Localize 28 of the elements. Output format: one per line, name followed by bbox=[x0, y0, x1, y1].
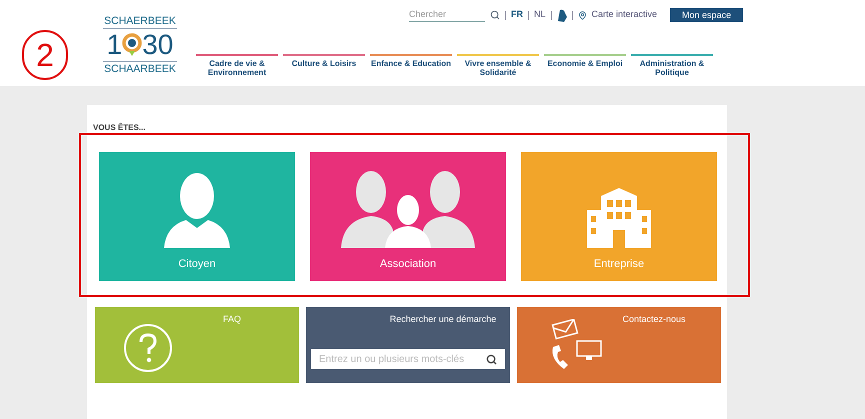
profile-tile[interactable]: Association bbox=[310, 152, 506, 281]
logo-top-text: SCHAERBEEK bbox=[103, 14, 177, 29]
nav-item[interactable]: Cadre de vie & Environnement bbox=[196, 54, 278, 77]
search-icon[interactable] bbox=[486, 354, 497, 364]
nav-item[interactable]: Enfance & Education bbox=[370, 54, 452, 77]
section-title: VOUS ÊTES... bbox=[93, 122, 146, 134]
logo-number: 30 bbox=[142, 29, 174, 61]
nav-item[interactable]: Vivre ensemble & Solidarité bbox=[457, 54, 539, 77]
map-pin-icon[interactable] bbox=[578, 10, 587, 20]
search-field[interactable]: Chercher bbox=[409, 8, 485, 22]
contact-icons-drawing bbox=[550, 319, 605, 371]
nav-item[interactable]: Administration & Politique bbox=[631, 54, 713, 77]
nav-item[interactable]: Economie & Emploi bbox=[544, 54, 626, 77]
search-icon[interactable] bbox=[490, 10, 500, 20]
logo-bottom-text: SCHAARBEEK bbox=[103, 61, 177, 76]
service-tile[interactable]: Rechercher une démarche Entrez un ou plusieurs mots-clés bbox=[306, 307, 510, 383]
account-button[interactable]: Mon espace bbox=[670, 8, 744, 22]
language-link[interactable]: NL bbox=[534, 8, 546, 22]
building-icon bbox=[587, 188, 651, 248]
question-mark-icon bbox=[123, 323, 173, 373]
logo-number: 1 bbox=[106, 29, 122, 61]
person-icon bbox=[164, 172, 230, 248]
nav-item[interactable]: Culture & Loisirs bbox=[283, 54, 365, 77]
search-field[interactable]: Entrez un ou plusieurs mots-clés bbox=[311, 349, 505, 369]
location-pin-icon bbox=[122, 33, 142, 57]
map-link[interactable]: Carte interactive bbox=[592, 8, 658, 22]
language-link[interactable]: FR bbox=[511, 8, 523, 22]
people-icon bbox=[341, 170, 475, 248]
